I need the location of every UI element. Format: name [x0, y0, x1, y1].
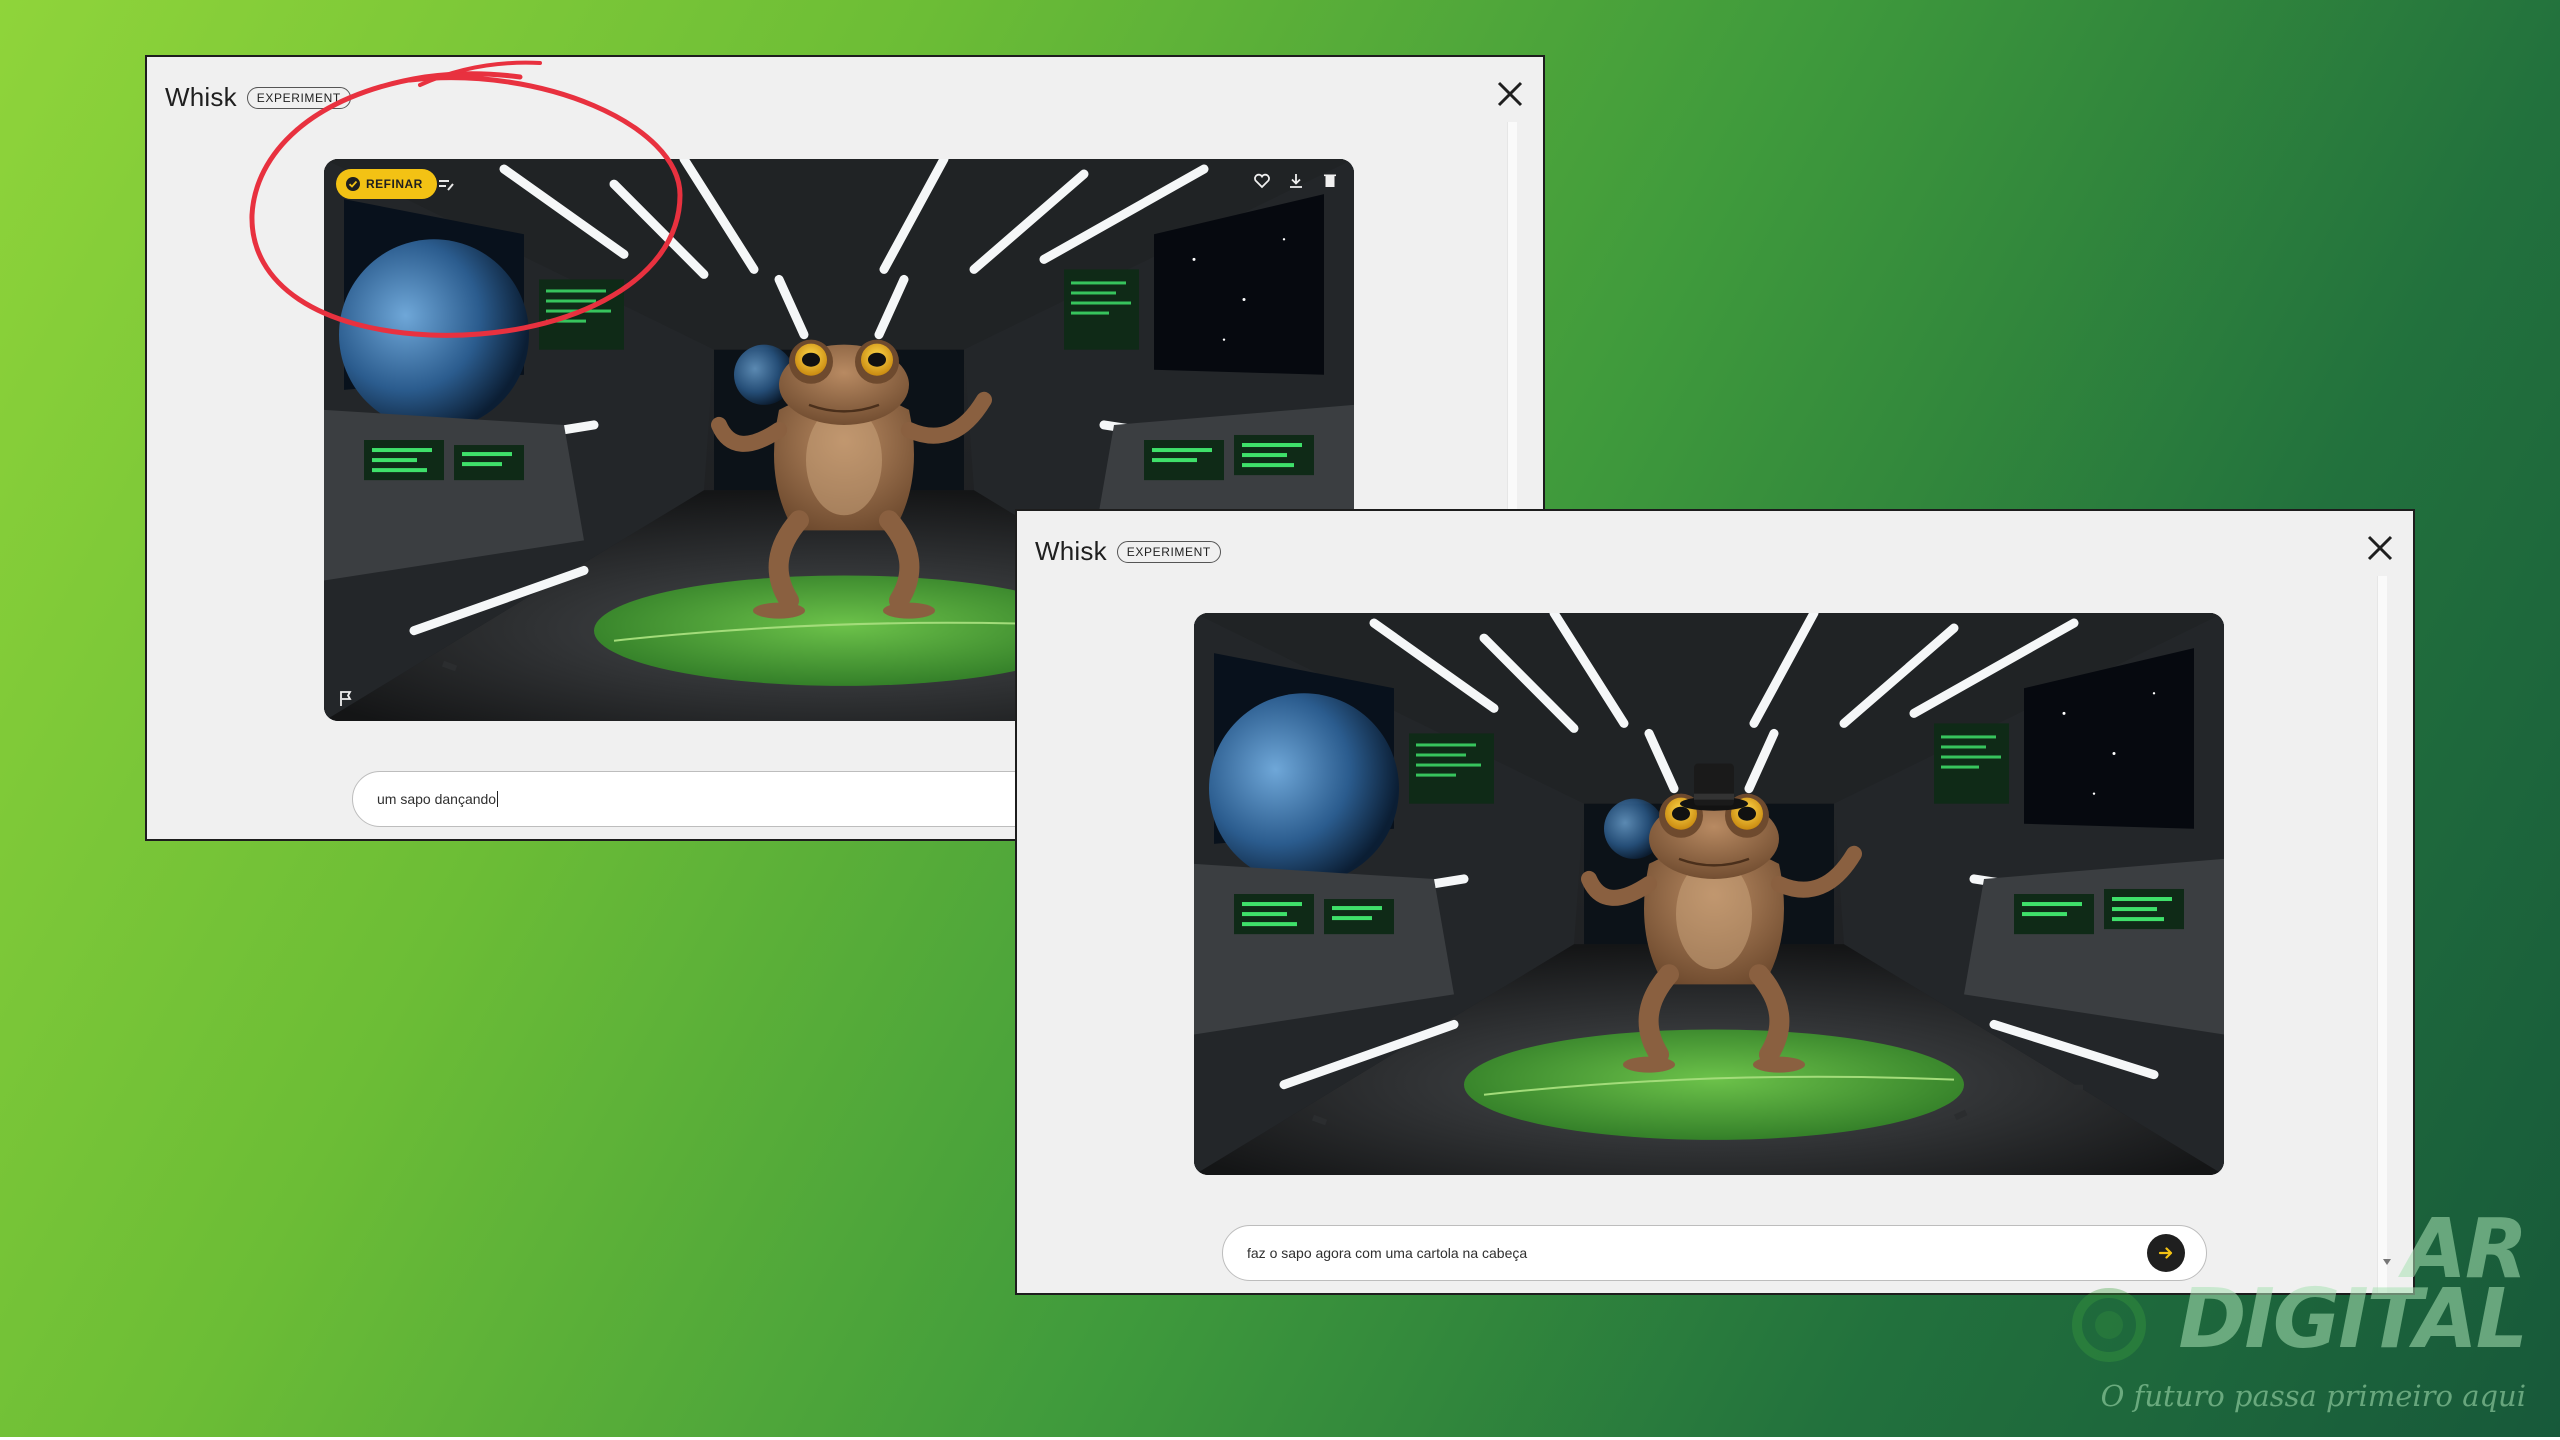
prompt-text: faz o sapo agora com uma cartola na cabe…: [1247, 1245, 1528, 1261]
trash-icon[interactable]: [1320, 171, 1340, 191]
experiment-badge: EXPERIMENT: [246, 86, 351, 109]
experiment-badge: EXPERIMENT: [1116, 540, 1221, 563]
close-icon: [1497, 81, 1523, 107]
refine-label: REFINAR: [366, 177, 423, 191]
scrollbar[interactable]: [2377, 576, 2387, 1293]
watermark-tagline: O futuro passa primeiro aqui: [2100, 1379, 2526, 1413]
app-header: Whisk EXPERIMENT: [165, 82, 351, 113]
close-button[interactable]: [1493, 77, 1527, 111]
close-button[interactable]: [2363, 531, 2397, 565]
refine-button[interactable]: REFINAR: [336, 169, 437, 199]
check-circle-icon: [346, 177, 360, 191]
text-caret: [497, 791, 499, 807]
generated-image[interactable]: [1194, 613, 2224, 1175]
close-icon: [2367, 535, 2393, 561]
prompt-text: um sapo dançando: [377, 791, 497, 807]
app-name: Whisk: [165, 82, 237, 112]
edit-lines-icon[interactable]: [436, 174, 456, 194]
download-icon[interactable]: [1286, 171, 1306, 191]
watermark: AR DIGITAL O futuro passa primeiro aqui: [2006, 1209, 2528, 1413]
flag-icon[interactable]: [336, 689, 356, 709]
heart-icon[interactable]: [1252, 171, 1272, 191]
app-header: Whisk EXPERIMENT: [1035, 536, 1221, 567]
frog-tophat-spaceship-image: [1194, 613, 2224, 1175]
whisk-window-front: Whisk EXPERIMENT faz o sapo agora com um…: [1015, 509, 2415, 1295]
app-name: Whisk: [1035, 536, 1107, 566]
watermark-logo: [2072, 1288, 2146, 1362]
